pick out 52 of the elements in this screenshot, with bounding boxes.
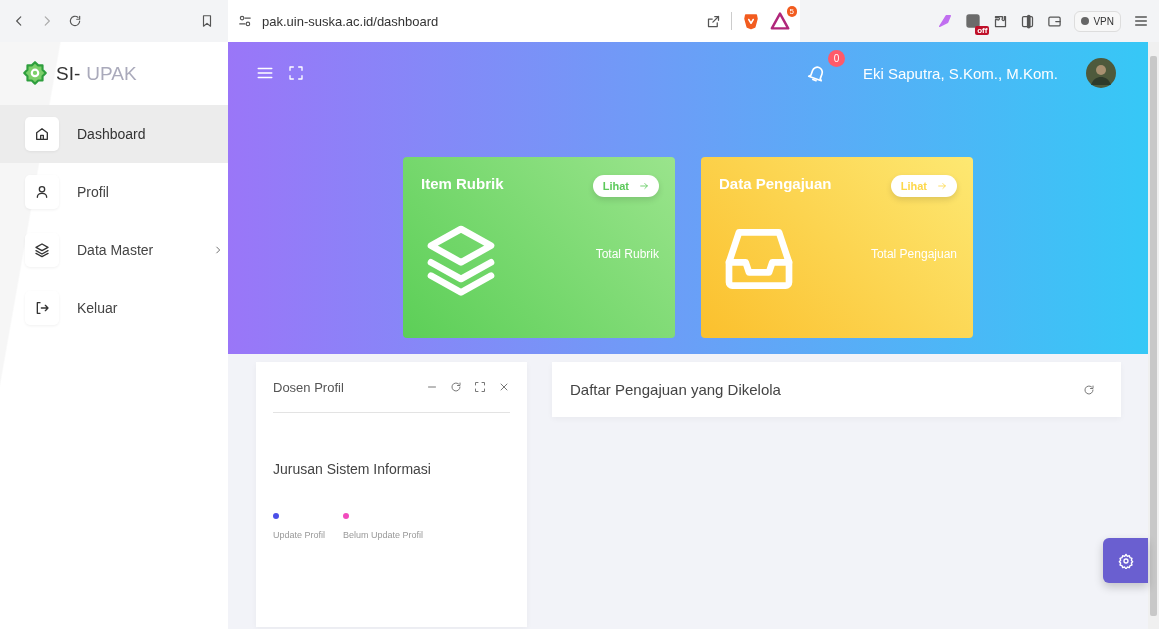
settings-button[interactable] — [1103, 538, 1148, 583]
feather-icon[interactable] — [937, 13, 954, 29]
brand-prefix: SI- — [56, 62, 81, 85]
brand-name: UPAK — [86, 62, 137, 85]
address-bar[interactable]: pak.uin-suska.ac.id/dashboard 5 — [228, 0, 800, 42]
triangle-icon[interactable] — [770, 12, 790, 30]
fullscreen-icon[interactable] — [474, 381, 486, 393]
menu-icon[interactable] — [1133, 13, 1149, 29]
arrow-right-icon — [937, 181, 947, 191]
department-name: Jurusan Sistem Informasi — [273, 461, 432, 477]
scrollbar-thumb[interactable] — [1150, 56, 1157, 616]
status-dot — [1081, 17, 1090, 25]
menu-label: Profil — [77, 184, 109, 200]
site-settings-icon[interactable] — [238, 14, 252, 28]
card-title: Data Pengajuan — [719, 175, 832, 192]
card-caption: Total Pengajuan — [870, 247, 957, 261]
arrow-right-icon — [639, 181, 649, 191]
wallet-icon[interactable] — [1047, 13, 1063, 29]
layers-icon — [34, 242, 50, 258]
emblem-logo-icon — [22, 59, 48, 88]
extension-status-badge: off — [975, 26, 990, 35]
legend-label: Belum Update Profil — [343, 530, 424, 540]
sidebar-toggle-icon[interactable] — [1020, 13, 1036, 29]
avatar-icon[interactable] — [1086, 58, 1116, 88]
user-icon — [34, 184, 50, 200]
reload-icon[interactable] — [68, 14, 82, 28]
settings-icon — [1117, 552, 1134, 569]
card-title: Item Rubrik — [421, 175, 504, 192]
card-caption: Total Rubrik — [595, 247, 659, 261]
close-icon[interactable] — [498, 381, 510, 393]
legend-label: Update Profil — [273, 530, 326, 540]
exit-arrow-icon — [34, 300, 50, 316]
extension-icon[interactable] — [965, 13, 982, 29]
notification-badge: 0 — [827, 50, 845, 67]
url-text: pak.uin-suska.ac.id/dashboard — [262, 13, 439, 29]
sidebar-item[interactable]: Profil — [0, 163, 228, 221]
vpn-button[interactable]: VPN — [1074, 10, 1121, 32]
panel-title: Dosen Profil — [273, 379, 344, 395]
reload-icon[interactable] — [450, 381, 462, 393]
panel-title: Daftar Pengajuan yang Dikelola — [570, 381, 781, 398]
sidebar-item[interactable]: Keluar — [0, 279, 228, 337]
scrollbar[interactable] — [1148, 42, 1159, 629]
menu-label: Keluar — [77, 300, 118, 316]
notification-badge: 5 — [786, 6, 797, 17]
bookmark-icon[interactable] — [200, 14, 214, 28]
reload-icon[interactable] — [1083, 383, 1095, 396]
sidebar-item[interactable]: Data Master — [0, 221, 228, 279]
menu-label: Data Master — [77, 242, 154, 258]
menu-label: Dashboard — [77, 126, 146, 142]
home-icon — [34, 126, 50, 142]
share-icon[interactable] — [706, 13, 721, 29]
sidebar-item[interactable]: Dashboard — [0, 105, 228, 163]
